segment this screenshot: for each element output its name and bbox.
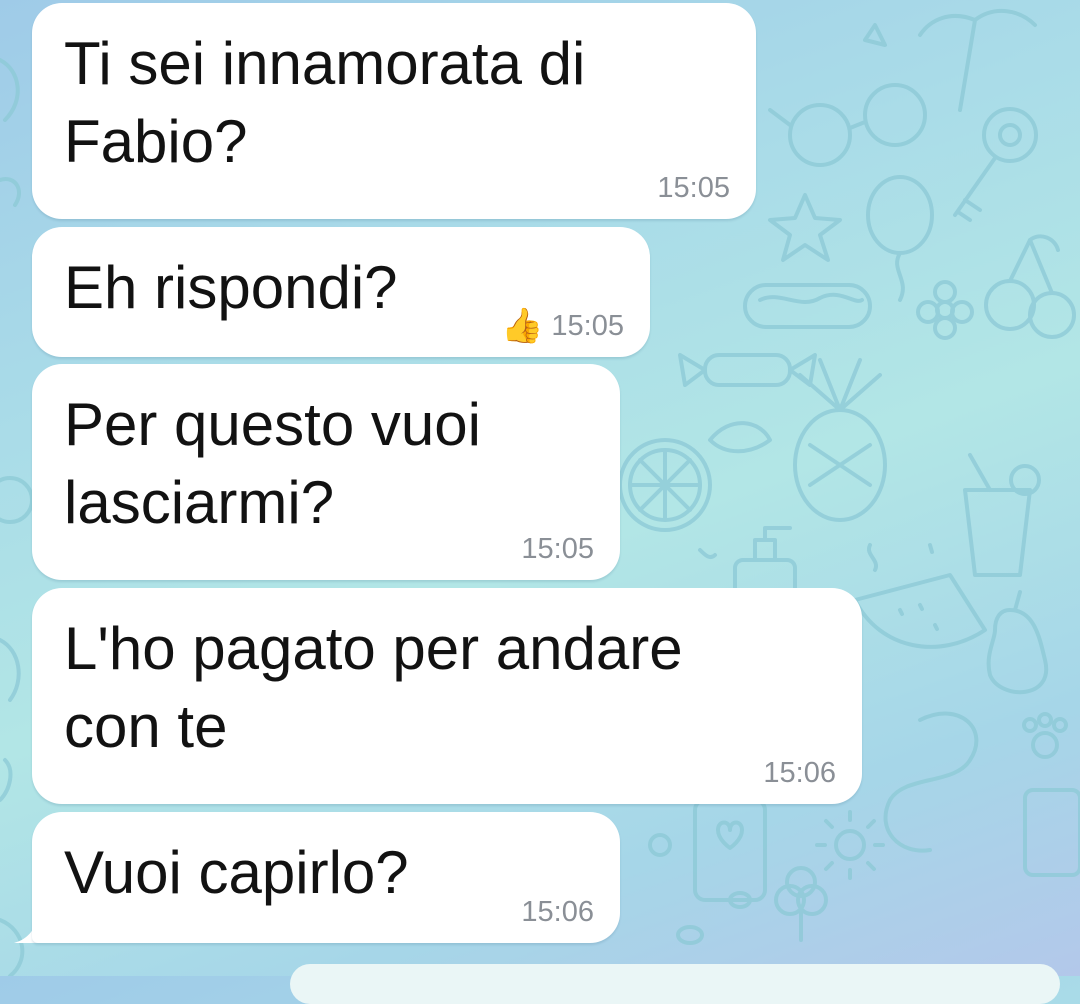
message-text: Ti sei innamorata di Fabio? xyxy=(64,30,586,175)
message-bubble[interactable]: Eh rispondi? 👍 15:05 xyxy=(32,227,650,357)
message-text: Per questo vuoi lasciarmi? xyxy=(64,391,481,536)
message-time: 15:06 xyxy=(763,757,836,789)
partial-message-bubble[interactable] xyxy=(290,964,1060,1004)
message-time: 15:06 xyxy=(521,896,594,928)
message-text: L'ho pagato per andare con te xyxy=(64,615,683,760)
thumbs-up-icon[interactable]: 👍 xyxy=(501,309,543,343)
message-time: 15:05 xyxy=(551,309,624,342)
message-time: 15:05 xyxy=(657,172,730,204)
message-meta: 👍 15:05 xyxy=(501,309,624,343)
message-meta: 15:05 xyxy=(521,533,594,566)
message-bubble[interactable]: Ti sei innamorata di Fabio? 15:05 xyxy=(32,3,756,219)
message-bubble[interactable]: Per questo vuoi lasciarmi? 15:05 xyxy=(32,364,620,580)
message-bubble[interactable]: L'ho pagato per andare con te 15:06 xyxy=(32,588,862,804)
message-meta: 15:06 xyxy=(763,757,836,790)
message-bubble[interactable]: Vuoi capirlo? 15:06 xyxy=(32,812,620,943)
message-text: Vuoi capirlo? xyxy=(64,839,409,906)
message-meta: 15:06 xyxy=(521,896,594,929)
message-meta: 15:05 xyxy=(657,172,730,205)
message-time: 15:05 xyxy=(521,533,594,565)
